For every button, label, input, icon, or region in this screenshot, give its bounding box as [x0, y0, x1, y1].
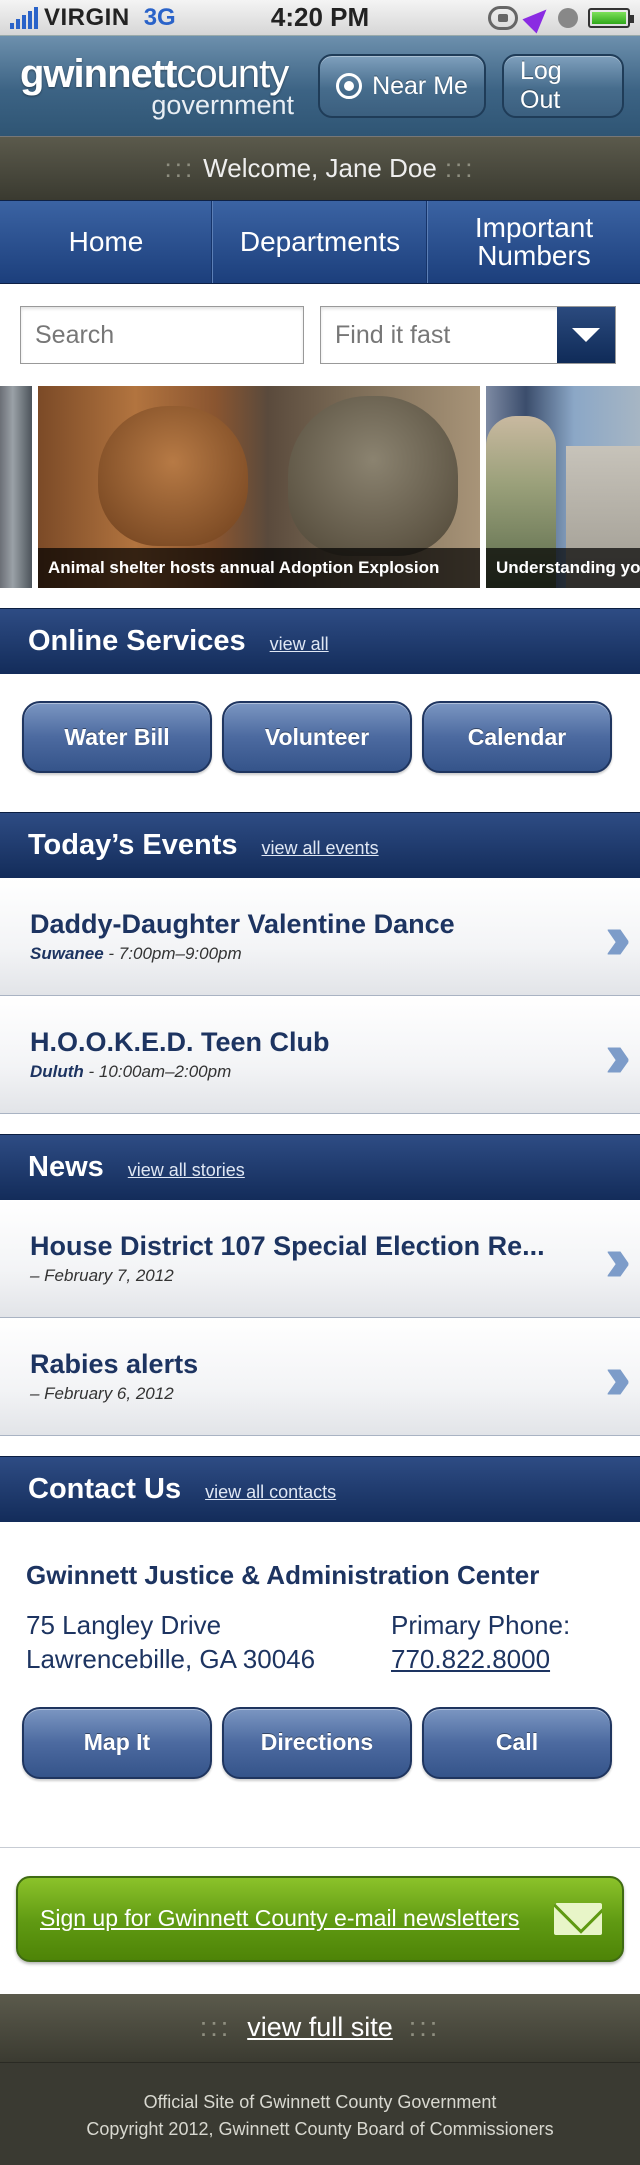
phone-block: Primary Phone: 770.822.8000 — [391, 1609, 570, 1677]
carousel-slide-adoption[interactable]: Animal shelter hosts annual Adoption Exp… — [38, 386, 480, 588]
contact-header: Contact Us view all contacts — [0, 1456, 640, 1522]
footer-line1: Official Site of Gwinnett County Governm… — [143, 2091, 497, 2112]
address-line1: 75 Langley Drive — [26, 1610, 222, 1640]
welcome-dots-left: ::: — [164, 153, 196, 183]
chevron-right-icon: ›› — [604, 1222, 632, 1295]
chevron-right-icon: ›› — [604, 1340, 632, 1413]
section-title: Today’s Events — [28, 829, 238, 861]
view-all-events-link[interactable]: view all events — [262, 838, 379, 859]
event-location: Suwanee — [30, 944, 104, 963]
mail-icon — [554, 1902, 602, 1935]
center-name: Gwinnett Justice & Administration Center — [26, 1560, 540, 1590]
call-button[interactable]: Call — [422, 1706, 612, 1779]
news-item[interactable]: House District 107 Special Election Re..… — [0, 1200, 640, 1318]
main-nav: Home Departments Important Numbers — [0, 200, 640, 284]
news-date: – February 6, 2012 — [30, 1384, 174, 1403]
contact-buttons: Map It Directions Call — [0, 1677, 640, 1809]
section-title: News — [28, 1151, 104, 1183]
news-title: Rabies alerts — [30, 1349, 199, 1379]
slide-caption: Animal shelter hosts annual Adoption Exp… — [38, 548, 480, 588]
address-line2: Lawrencebille, GA 30046 — [26, 1643, 316, 1674]
contact-card: Gwinnett Justice & Administration Center… — [0, 1522, 640, 1677]
dropdown-arrow-icon[interactable] — [557, 307, 615, 363]
address: 75 Langley Drive Lawrencebille, GA 30046 — [26, 1609, 391, 1677]
footer-line2: Copyright 2012, Gwinnett County Board of… — [86, 2118, 554, 2139]
newsletter-label: Sign up for Gwinnett County e-mail newsl… — [40, 1905, 520, 1932]
welcome-bar: ::: Welcome, Jane Doe ::: — [0, 136, 640, 200]
directions-button[interactable]: Directions — [222, 1706, 412, 1779]
phone-label: Primary Phone: — [391, 1610, 571, 1640]
event-time: - 10:00am–2:00pm — [83, 1062, 232, 1081]
logo-light: county — [176, 51, 289, 96]
chevron-right-icon: ›› — [604, 1018, 632, 1091]
welcome-dots-right: ::: — [444, 153, 476, 183]
events-header: Today’s Events view all events — [0, 812, 640, 878]
target-icon — [336, 73, 363, 99]
phone-link[interactable]: 770.822.8000 — [391, 1643, 570, 1677]
find-it-fast-value: Find it fast — [335, 320, 451, 349]
county-logo[interactable]: gwinnettcounty government — [20, 54, 310, 119]
event-time: - 7:00pm–9:00pm — [103, 944, 242, 963]
event-item[interactable]: H.O.O.K.E.D. Teen Club Duluth - 10:00am–… — [0, 996, 640, 1114]
news-title: House District 107 Special Election Re..… — [30, 1231, 545, 1261]
news-date: – February 7, 2012 — [30, 1266, 174, 1285]
section-title: Contact Us — [28, 1473, 182, 1505]
near-me-button[interactable]: Near Me — [318, 54, 486, 118]
view-all-contacts-link[interactable]: view all contacts — [205, 1482, 336, 1503]
rotation-lock-icon — [488, 5, 518, 30]
find-it-fast-select[interactable]: Find it fast — [320, 306, 616, 364]
event-item[interactable]: Daddy-Daughter Valentine Dance Suwanee -… — [0, 878, 640, 996]
status-bar: VIRGIN 3G 4:20 PM — [0, 0, 640, 36]
full-site-dots-left: ::: — [199, 2012, 232, 2043]
news-carousel[interactable]: Animal shelter hosts annual Adoption Exp… — [0, 386, 640, 588]
dog-photo — [98, 406, 248, 546]
online-services-buttons: Water Bill Volunteer Calendar — [0, 674, 640, 800]
log-out-button[interactable]: Log Out — [502, 54, 624, 118]
chevron-right-icon: ›› — [604, 900, 632, 973]
carousel-slide-previous[interactable] — [0, 386, 32, 588]
view-all-stories-link[interactable]: view all stories — [128, 1160, 245, 1181]
news-header: News view all stories — [0, 1134, 640, 1200]
signal-icon — [10, 6, 38, 29]
logo-bold: gwinnett — [20, 51, 177, 96]
alarm-icon — [558, 7, 578, 28]
app-header: gwinnettcounty government Near Me Log Ou… — [0, 36, 640, 136]
cat-photo — [288, 396, 458, 556]
water-bill-button[interactable]: Water Bill — [22, 701, 212, 773]
full-site-dots-right: ::: — [408, 2012, 441, 2043]
slide-caption: Understanding yo — [486, 548, 640, 588]
event-location: Duluth — [30, 1062, 84, 1081]
event-title: Daddy-Daughter Valentine Dance — [30, 909, 455, 939]
page-footer: Official Site of Gwinnett County Governm… — [0, 2061, 640, 2165]
nav-item-important-numbers[interactable]: Important Numbers — [428, 201, 640, 283]
map-it-button[interactable]: Map It — [22, 1706, 212, 1779]
nav-item-home[interactable]: Home — [0, 201, 213, 283]
calendar-button[interactable]: Calendar — [422, 701, 612, 773]
view-all-services-link[interactable]: view all — [270, 634, 329, 655]
network-type: 3G — [143, 3, 176, 31]
battery-icon — [588, 7, 634, 28]
location-arrow-icon — [522, 1, 554, 34]
log-out-label: Log Out — [520, 57, 562, 114]
view-full-site-link[interactable]: view full site — [247, 2012, 393, 2043]
welcome-text: Welcome, Jane Doe — [203, 153, 437, 183]
carousel-slide-next[interactable]: Understanding yo — [486, 386, 640, 588]
near-me-label: Near Me — [372, 71, 468, 100]
event-title: H.O.O.K.E.D. Teen Club — [30, 1027, 330, 1057]
volunteer-button[interactable]: Volunteer — [222, 701, 412, 773]
carrier-name: VIRGIN — [44, 3, 130, 31]
nav-item-departments[interactable]: Departments — [213, 201, 428, 283]
search-row: Find it fast — [0, 284, 640, 386]
full-site-bar: ::: view full site ::: — [0, 1993, 640, 2062]
online-services-header: Online Services view all — [0, 608, 640, 674]
search-input[interactable] — [20, 306, 304, 364]
newsletter-signup-button[interactable]: Sign up for Gwinnett County e-mail newsl… — [16, 1875, 624, 1962]
news-item[interactable]: Rabies alerts – February 6, 2012 ›› — [0, 1318, 640, 1436]
section-title: Online Services — [28, 625, 246, 657]
